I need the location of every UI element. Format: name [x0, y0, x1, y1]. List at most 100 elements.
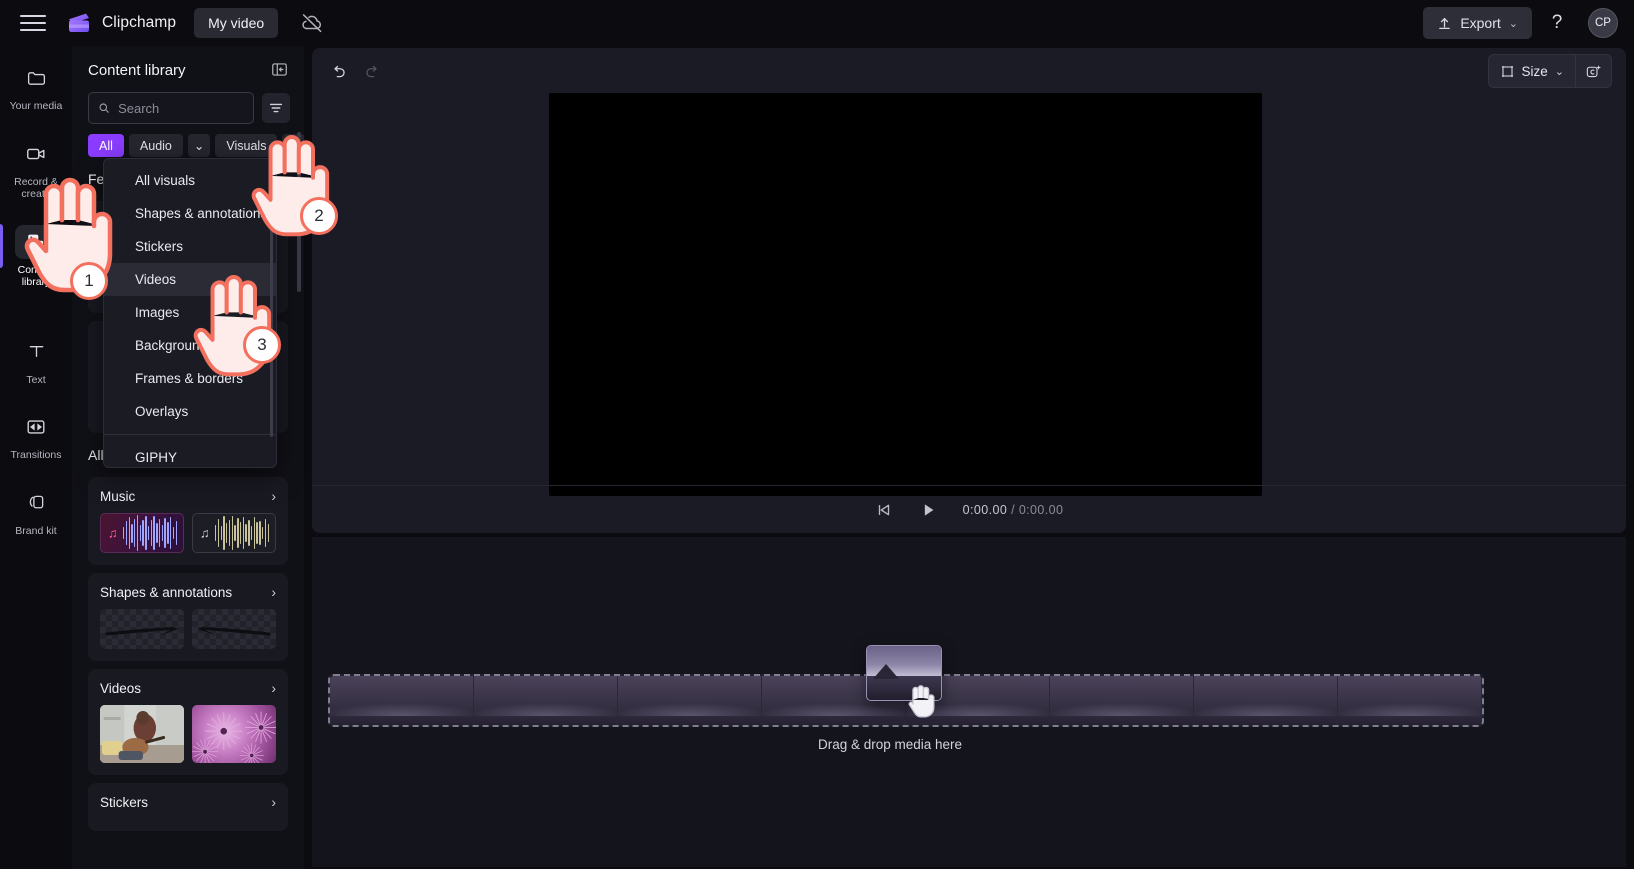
menu-divider	[104, 434, 276, 435]
menu-item-videos[interactable]: Videos	[104, 263, 276, 296]
project-name-button[interactable]: My video	[194, 8, 279, 38]
export-button[interactable]: Export ⌄	[1423, 7, 1532, 39]
panel-title: Content library	[88, 61, 186, 79]
sidebar-item-brand-kit[interactable]: Brand kit	[0, 477, 72, 545]
menu-item-overlays[interactable]: Overlays	[104, 395, 276, 428]
card-thumbnails	[100, 609, 276, 649]
folder-icon	[15, 61, 57, 95]
filmstrip-frame	[1338, 676, 1482, 725]
filter-button[interactable]	[262, 93, 290, 123]
ai-enhance-button[interactable]	[1575, 55, 1611, 87]
stage-toolbar: Size ⌄	[312, 48, 1626, 96]
video-thumb-guitar[interactable]	[100, 705, 184, 763]
skip-to-start-button[interactable]	[875, 501, 893, 519]
card-shapes-annotations[interactable]: Shapes & annotations ›	[88, 573, 288, 661]
card-thumbnails	[100, 705, 276, 763]
ai-sparkle-icon	[1586, 64, 1602, 77]
video-canvas[interactable]	[549, 93, 1262, 496]
header-actions: Export ⌄ ? CP	[1423, 6, 1618, 40]
content-library-icon	[15, 224, 57, 259]
hamburger-menu-icon[interactable]	[20, 10, 46, 36]
chevron-down-icon: ⌄	[1508, 17, 1518, 30]
card-music[interactable]: Music › ♫ ♫	[88, 477, 288, 565]
menu-item-images[interactable]: Images	[104, 296, 276, 329]
sidebar-item-text[interactable]: Text	[0, 326, 72, 394]
filmstrip-frame	[618, 676, 762, 725]
card-header[interactable]: Music ›	[100, 488, 276, 504]
avatar[interactable]: CP	[1588, 8, 1618, 38]
help-button[interactable]: ?	[1540, 6, 1574, 40]
card-videos[interactable]: Videos ›	[88, 669, 288, 775]
sidebar-item-label: Transitions	[10, 449, 62, 461]
card-header[interactable]: Videos ›	[100, 680, 276, 696]
brand-name: Clipchamp	[102, 14, 177, 31]
menu-item-frames-borders[interactable]: Frames & borders	[104, 362, 276, 395]
brand: Clipchamp	[66, 10, 176, 36]
sidebar-item-record-create[interactable]: Record & create	[0, 128, 72, 208]
visuals-dropdown-menu: All visuals Shapes & annotations Sticker…	[103, 158, 277, 468]
size-button[interactable]: Size ⌄	[1489, 55, 1575, 87]
step-badge-2: 2	[300, 197, 338, 235]
music-thumb-1[interactable]: ♫	[100, 513, 184, 553]
app-header: Clipchamp My video Export ⌄ ? CP	[0, 0, 1634, 46]
video-thumb-flowers[interactable]	[192, 705, 276, 763]
card-title: Music	[100, 488, 136, 504]
menu-item-giphy[interactable]: GIPHY	[104, 441, 276, 474]
shape-thumb-arrow-right[interactable]	[100, 609, 184, 649]
timeline: Drag & drop media here	[312, 537, 1626, 867]
card-stickers[interactable]: Stickers ›	[88, 783, 288, 831]
play-button[interactable]	[919, 501, 937, 519]
menu-item-shapes-annotations[interactable]: Shapes & annotations	[104, 197, 276, 230]
export-label: Export	[1460, 15, 1501, 31]
music-note-icon: ♫	[200, 525, 210, 541]
time-separator: /	[1011, 502, 1015, 517]
step-badge-3: 3	[243, 326, 281, 364]
undo-button[interactable]	[324, 58, 352, 86]
chip-visuals[interactable]: Visuals	[215, 134, 278, 157]
total-time: 0:00.00	[1018, 502, 1064, 517]
menu-item-stickers[interactable]: Stickers	[104, 230, 276, 263]
chevron-right-icon: ›	[271, 584, 276, 600]
filmstrip-frame	[1050, 676, 1194, 725]
brand-kit-icon	[15, 486, 57, 520]
panel-header: Content library	[72, 46, 304, 90]
transitions-icon	[15, 410, 57, 444]
sidebar-item-transitions[interactable]: Transitions	[0, 401, 72, 469]
flowers-scene	[192, 711, 276, 763]
filmstrip-frame	[330, 676, 474, 725]
clipchamp-editor: Clipchamp My video Export ⌄ ? CP Your me…	[0, 0, 1634, 869]
sidebar-item-label: Your media	[9, 100, 63, 112]
collapse-panel-icon[interactable]	[270, 60, 290, 80]
music-thumb-2[interactable]: ♫	[192, 513, 276, 553]
step-badge-1: 1	[70, 262, 108, 300]
card-title: Videos	[100, 680, 142, 696]
sidebar-item-label: Content library	[17, 263, 55, 289]
time-display: 0:00.00 / 0:00.00	[963, 503, 1064, 517]
clipchamp-logo-icon	[66, 10, 92, 36]
redo-button[interactable]	[358, 58, 386, 86]
chevron-right-icon: ›	[271, 680, 276, 696]
search-box[interactable]	[88, 92, 254, 124]
sidebar-item-your-media[interactable]: Your media	[0, 52, 72, 120]
chip-audio[interactable]: Audio	[128, 134, 183, 157]
search-input[interactable]	[118, 100, 244, 116]
left-rail: Your media Record & create Content libra…	[0, 46, 72, 869]
menu-item-all-visuals[interactable]: All visuals	[104, 164, 276, 197]
filter-icon	[269, 103, 283, 113]
chevron-right-icon: ›	[271, 488, 276, 504]
dropdown-scrollbar[interactable]	[270, 165, 273, 437]
audio-dropdown-caret[interactable]: ⌄	[187, 134, 211, 157]
chip-all[interactable]: All	[88, 134, 124, 157]
sidebar-item-content-library[interactable]: Content library	[0, 216, 72, 296]
shape-thumb-arrow-left[interactable]	[192, 609, 276, 649]
arrow-right-icon	[105, 622, 179, 636]
search-icon	[99, 103, 109, 113]
drop-hint-label: Drag & drop media here	[817, 737, 963, 752]
card-header[interactable]: Stickers ›	[100, 794, 276, 810]
dragged-media-thumbnail[interactable]	[866, 645, 942, 701]
playback-controls: 0:00.00 / 0:00.00	[312, 485, 1626, 533]
card-header[interactable]: Shapes & annotations ›	[100, 584, 276, 600]
upload-icon	[1439, 17, 1451, 29]
filmstrip-frame	[1194, 676, 1338, 725]
cloud-off-icon[interactable]	[300, 11, 324, 35]
